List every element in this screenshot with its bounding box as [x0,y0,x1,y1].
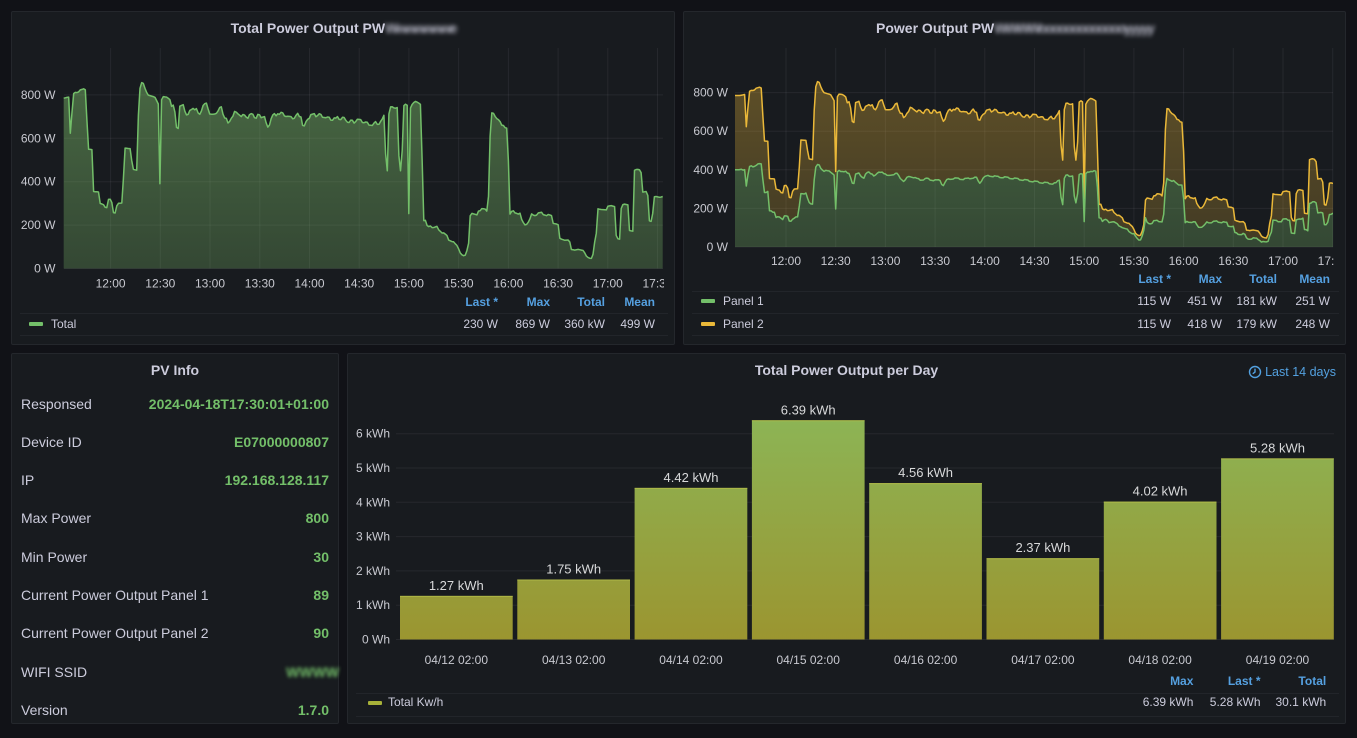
svg-text:0 W: 0 W [707,240,729,254]
svg-text:12:00: 12:00 [771,254,801,268]
svg-text:4.42 kWh: 4.42 kWh [664,470,719,485]
svg-text:600 W: 600 W [693,124,728,138]
svg-text:16:30: 16:30 [1218,254,1248,268]
svg-text:6 kWh: 6 kWh [356,427,390,441]
svg-text:5.28 kWh: 5.28 kWh [1250,440,1305,455]
svg-text:04/16 02:00: 04/16 02:00 [894,653,958,667]
svg-text:6.39 kWh: 6.39 kWh [781,402,836,417]
svg-text:12:00: 12:00 [96,277,126,291]
svg-text:13:00: 13:00 [870,254,900,268]
svg-text:4 kWh: 4 kWh [356,495,390,509]
svg-text:12:30: 12:30 [821,254,851,268]
svg-text:1.27 kWh: 1.27 kWh [429,578,484,593]
svg-text:14:30: 14:30 [1019,254,1049,268]
svg-text:15:30: 15:30 [1119,254,1149,268]
svg-text:600 W: 600 W [21,131,56,145]
svg-text:16:00: 16:00 [493,277,523,291]
svg-text:1.75 kWh: 1.75 kWh [546,562,601,577]
svg-text:04/14 02:00: 04/14 02:00 [659,653,723,667]
svg-text:13:30: 13:30 [920,254,950,268]
svg-text:400 W: 400 W [21,175,56,189]
svg-text:800 W: 800 W [21,88,56,102]
svg-text:17:00: 17:00 [593,277,623,291]
svg-text:17:00: 17:00 [1268,254,1298,268]
svg-text:400 W: 400 W [693,163,728,177]
svg-text:15:00: 15:00 [394,277,424,291]
svg-text:2 kWh: 2 kWh [356,564,390,578]
svg-text:4.56 kWh: 4.56 kWh [898,465,953,480]
svg-text:12:30: 12:30 [145,277,175,291]
svg-text:1 kWh: 1 kWh [356,598,390,612]
svg-text:13:00: 13:00 [195,277,225,291]
svg-text:200 W: 200 W [693,201,728,215]
svg-text:800 W: 800 W [693,86,728,100]
svg-text:17:30: 17:30 [1318,254,1347,268]
svg-text:04/12 02:00: 04/12 02:00 [425,653,489,667]
svg-text:4.02 kWh: 4.02 kWh [1133,484,1188,499]
svg-text:04/19 02:00: 04/19 02:00 [1246,653,1310,667]
svg-text:0 W: 0 W [34,262,56,276]
svg-text:16:00: 16:00 [1169,254,1199,268]
svg-text:5 kWh: 5 kWh [356,461,390,475]
svg-text:14:30: 14:30 [344,277,374,291]
svg-text:17:30: 17:30 [642,277,672,291]
svg-text:13:30: 13:30 [245,277,275,291]
svg-text:04/13 02:00: 04/13 02:00 [542,653,606,667]
svg-text:16:30: 16:30 [543,277,573,291]
svg-text:14:00: 14:00 [970,254,1000,268]
svg-text:15:30: 15:30 [444,277,474,291]
svg-text:04/15 02:00: 04/15 02:00 [776,653,840,667]
svg-text:3 kWh: 3 kWh [356,530,390,544]
svg-text:04/18 02:00: 04/18 02:00 [1128,653,1192,667]
svg-text:2.37 kWh: 2.37 kWh [1015,540,1070,555]
svg-text:14:00: 14:00 [294,277,324,291]
svg-text:04/17 02:00: 04/17 02:00 [1011,653,1075,667]
svg-text:0 Wh: 0 Wh [362,633,390,647]
svg-text:200 W: 200 W [21,218,56,232]
svg-text:15:00: 15:00 [1069,254,1099,268]
